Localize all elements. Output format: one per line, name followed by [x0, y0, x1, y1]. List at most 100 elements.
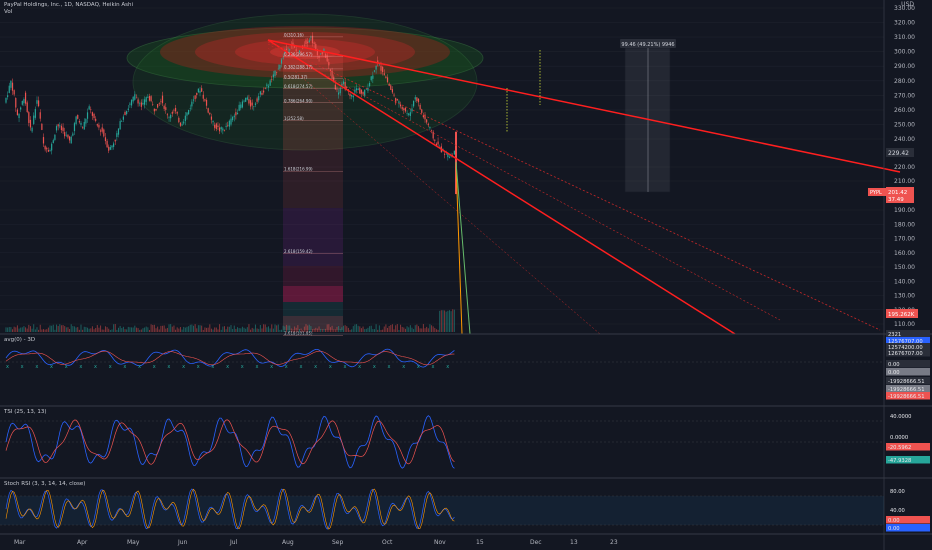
candle-body — [28, 112, 30, 123]
candle-body — [289, 49, 291, 51]
candle-body — [432, 131, 434, 139]
candle-body — [261, 92, 263, 95]
volume-bar — [439, 310, 441, 332]
candle-body — [11, 82, 14, 91]
candle-body — [277, 68, 279, 70]
candle-body — [315, 44, 317, 49]
volume-bar — [77, 327, 79, 332]
volume-bar — [393, 329, 395, 332]
candle-body — [147, 96, 149, 98]
candle-body — [95, 118, 97, 121]
volume-bar — [235, 328, 237, 332]
volume-bar — [142, 328, 144, 332]
candle-body — [427, 123, 429, 126]
volume-bar — [29, 326, 31, 332]
candle-body — [222, 128, 224, 131]
volume-bar — [313, 328, 315, 332]
volume-bar — [152, 324, 154, 332]
volume-bar — [163, 325, 165, 332]
volume-bar — [422, 324, 424, 332]
macd-cross: x — [241, 364, 244, 370]
measure-label: 99.46 (49.21%) 9946 — [621, 42, 674, 48]
macd-cross: x — [402, 364, 405, 370]
volume-bar — [148, 329, 150, 332]
candle-body — [429, 126, 431, 128]
candle-body — [7, 95, 9, 98]
candle-body — [271, 79, 273, 80]
candle-body — [24, 92, 27, 104]
price-tick: 260.00 — [894, 107, 915, 114]
volume-bar — [378, 325, 380, 332]
price-axis[interactable]: 330.00320.00310.00300.00290.00280.00270.… — [894, 5, 915, 328]
volume-bar — [108, 328, 110, 332]
side-label: 0.00 — [888, 370, 900, 376]
candle-body — [60, 125, 63, 131]
volume-bar — [171, 326, 173, 332]
candle-body — [321, 51, 323, 55]
volume-bar — [339, 328, 341, 332]
candle-body — [96, 124, 98, 126]
volume-legend: Vol — [4, 9, 13, 15]
volume-bar — [137, 328, 139, 332]
macd-cross: x — [344, 364, 347, 370]
volume-bar — [444, 310, 446, 332]
candle-body — [189, 108, 191, 109]
price-tick: 290.00 — [894, 63, 915, 70]
fib-label: 0.236(296.57) — [284, 52, 313, 57]
fib-label: 0.786(264.90) — [284, 98, 313, 103]
volume-bar — [103, 329, 105, 332]
volume-bar — [251, 327, 253, 332]
candle-body — [230, 118, 232, 125]
volume-bar — [225, 329, 227, 332]
candle-body — [355, 88, 358, 91]
side-label: 40.0000 — [890, 414, 911, 420]
side-label: -20.5962 — [888, 445, 911, 451]
volume-bar — [121, 328, 123, 332]
time-axis[interactable]: Mar Apr May Jun Jul Aug Sep Oct Nov 15 Dec 13 23 — [14, 539, 618, 546]
ticker-badge: PYPL — [870, 190, 882, 196]
volume-bar — [38, 329, 40, 332]
price-chart[interactable]: 99.46 (49.21%) 9946 0(310.16) 0.236(296.5… — [0, 0, 932, 550]
macd-pane: xxxxxxxxxxxxxxxxxxxxxxxxxxxxxxx — [0, 348, 884, 370]
time-tick: 13 — [570, 539, 578, 546]
price-tick: 220.00 — [894, 164, 915, 171]
volume-bar — [7, 327, 9, 332]
volume-bar — [406, 326, 408, 332]
volume-bar — [261, 328, 263, 332]
volume-bar — [206, 327, 208, 332]
volume-bar — [39, 324, 41, 332]
volume-bar — [434, 327, 436, 332]
candle-body — [375, 65, 377, 70]
candle-body — [173, 109, 175, 111]
candle-body — [269, 80, 271, 86]
candle-body — [360, 89, 363, 94]
volume-bar — [147, 327, 149, 332]
candle-body — [403, 108, 405, 111]
volume-bar — [129, 327, 131, 332]
candle-body — [68, 136, 71, 141]
candle-body — [232, 116, 234, 121]
volume-bar — [168, 324, 170, 332]
volume-bar — [403, 327, 405, 332]
candle-body — [161, 95, 164, 104]
time-tick: Jul — [229, 539, 238, 546]
volume-bar — [113, 324, 115, 332]
volume-bar — [36, 327, 38, 332]
volume-bar — [157, 326, 159, 332]
volume-bar — [370, 325, 372, 332]
volume-bar — [274, 324, 276, 332]
candle-body — [372, 75, 374, 79]
side-label: 12676707.00 — [888, 351, 923, 357]
volume-bar — [186, 326, 188, 332]
candle-body — [47, 149, 49, 152]
volume-bar — [416, 324, 418, 332]
volume-bar — [183, 326, 185, 332]
candle-body — [137, 99, 139, 104]
candle-body — [308, 40, 310, 43]
candle-body — [448, 156, 451, 158]
volume-bar — [326, 324, 328, 332]
candle-body — [295, 49, 297, 52]
volume-bar — [426, 326, 428, 332]
volume-bar — [57, 326, 59, 332]
candle-body — [103, 129, 105, 137]
